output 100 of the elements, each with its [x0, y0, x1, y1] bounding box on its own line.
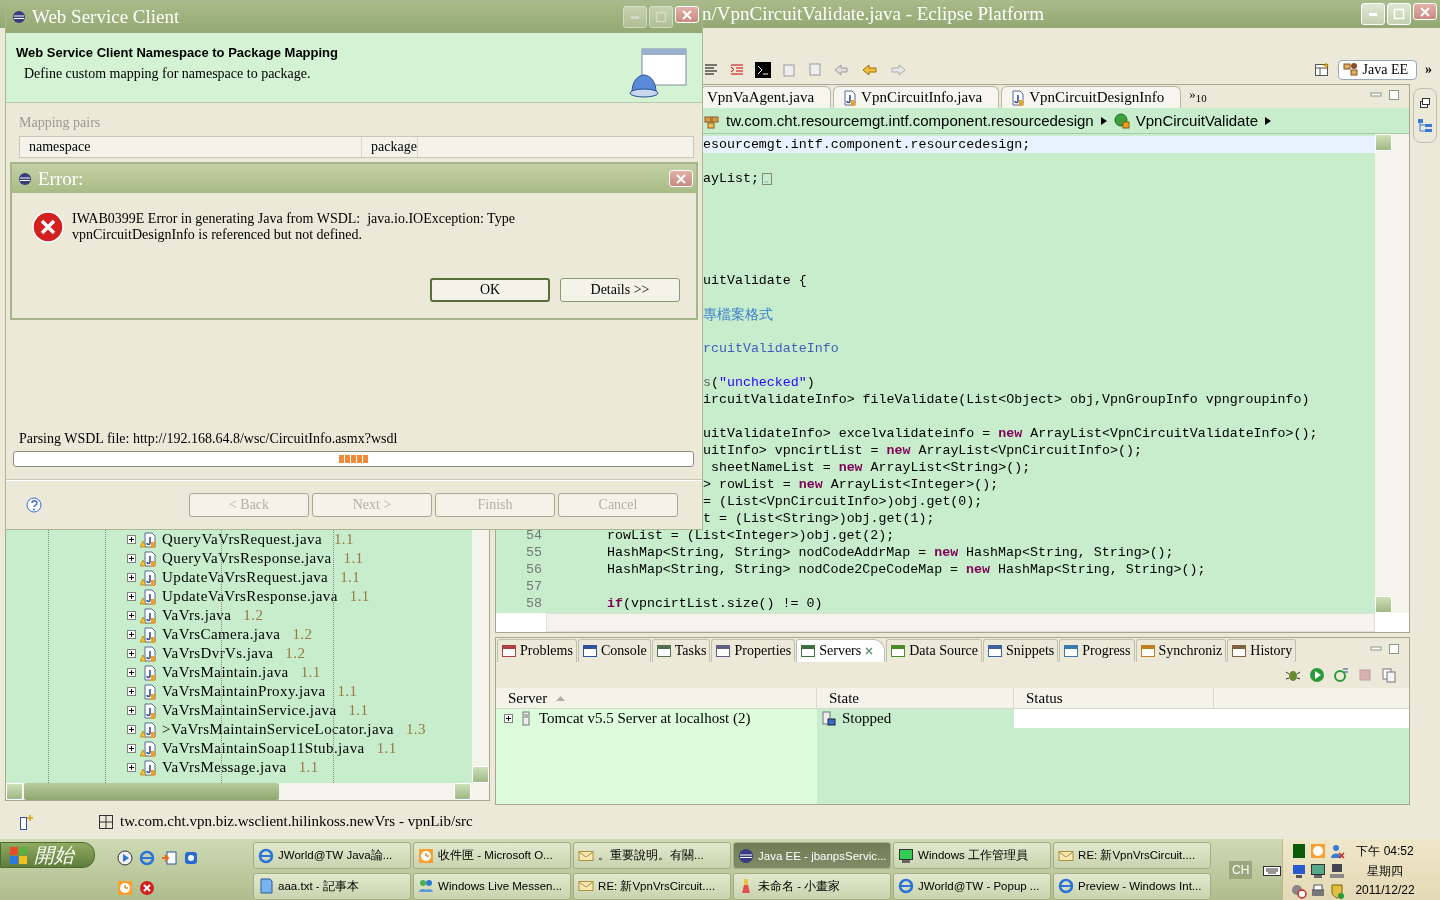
column-header[interactable]: package: [362, 137, 418, 157]
view-tab[interactable]: Tasks: [651, 639, 711, 662]
file-name[interactable]: >VaVrsMaintainServiceLocator.java: [162, 721, 394, 738]
view-tab[interactable]: Console: [577, 639, 651, 662]
editor-tab[interactable]: VpnCircuitInfo.java: [833, 86, 1000, 108]
printer-icon[interactable]: [1310, 883, 1327, 899]
taskbar-button[interactable]: 。重要說明。有關...: [573, 842, 732, 869]
close-icon[interactable]: [864, 646, 875, 656]
close-button[interactable]: [669, 170, 693, 187]
file-version: 1.1: [333, 531, 354, 548]
user-icon[interactable]: [1329, 843, 1346, 859]
indent-icon[interactable]: [729, 62, 745, 78]
restore-icon[interactable]: [1418, 97, 1432, 110]
network-icon[interactable]: [1291, 863, 1308, 879]
more-tabs[interactable]: »$_{10}$: [1183, 86, 1213, 108]
file-name[interactable]: UpdateVaVrsRequest.java: [162, 569, 329, 586]
start-icon[interactable]: [1309, 667, 1325, 683]
file-name[interactable]: VaVrsMaintain.java: [162, 664, 289, 681]
taskbar-button[interactable]: Java EE - jbanpsServic...: [733, 842, 892, 869]
back-arrow-icon[interactable]: [861, 62, 879, 78]
taskbar-button[interactable]: 收件匣 - Microsoft O...: [413, 842, 572, 869]
align-icon[interactable]: [703, 62, 719, 78]
taskbar-button[interactable]: JWorld@TW - Popup ...: [893, 872, 1052, 900]
profile-icon[interactable]: [1333, 667, 1349, 683]
file-name[interactable]: VaVrsMaintainService.java: [162, 702, 337, 719]
expand-toggle[interactable]: [504, 714, 513, 723]
arrow-right-icon[interactable]: [1264, 115, 1272, 126]
document-arrow-icon[interactable]: [161, 850, 178, 866]
view-tab[interactable]: Problems: [497, 639, 577, 662]
maximize-icon[interactable]: [1387, 642, 1401, 656]
view-tab[interactable]: Snippets: [983, 639, 1059, 662]
maximize-icon[interactable]: [1387, 88, 1401, 102]
dialog-button[interactable]: OK: [430, 278, 550, 302]
file-name[interactable]: VaVrs.java: [162, 607, 232, 624]
arrow-right-icon[interactable]: [1099, 115, 1108, 126]
column-header[interactable]: Server: [496, 688, 817, 708]
error-circle-icon[interactable]: [139, 880, 156, 896]
taskbar-button[interactable]: RE: 新VpnVrsCircuit....: [1053, 842, 1212, 869]
expand-toggle[interactable]: [127, 649, 136, 658]
file-name[interactable]: QueryVaVrsResponse.java: [162, 550, 332, 567]
expand-toggle[interactable]: [127, 744, 136, 753]
editor-tab[interactable]: VpnCircuitDesignInfo: [1001, 86, 1182, 108]
taskbar-button[interactable]: Windows Live Messen...: [413, 872, 572, 900]
expand-toggle[interactable]: [127, 687, 136, 696]
file-name[interactable]: VaVrsDvrVs.java: [162, 645, 274, 662]
view-tab[interactable]: Servers: [796, 639, 886, 662]
clock-icon[interactable]: [117, 880, 134, 896]
file-name[interactable]: QueryVaVrsRequest.java: [162, 531, 322, 548]
expand-toggle[interactable]: [127, 592, 136, 601]
taskbar-button[interactable]: 未命名 - 小畫家: [733, 872, 892, 900]
dialog-button[interactable]: Details >>: [560, 278, 680, 302]
file-name[interactable]: VaVrsCamera.java: [162, 626, 281, 643]
app-shortcut-icon[interactable]: [183, 850, 200, 866]
outline-icon[interactable]: [1417, 118, 1433, 134]
toolbar-overflow[interactable]: »: [1425, 62, 1432, 78]
view-tab[interactable]: Properties: [711, 639, 796, 662]
expand-toggle[interactable]: [127, 554, 136, 563]
chart-icon[interactable]: [1291, 843, 1308, 859]
expand-toggle[interactable]: [127, 573, 136, 582]
column-header[interactable]: Status: [1014, 688, 1214, 708]
clock-time[interactable]: 下午 04:52: [1356, 843, 1414, 860]
close-button[interactable]: [1413, 3, 1437, 20]
editor-tab[interactable]: VpnVaAgent.java: [700, 86, 832, 108]
perspective-button[interactable]: Java EE: [1337, 60, 1417, 80]
view-tab[interactable]: Synchroniz: [1135, 639, 1227, 662]
close-button[interactable]: [675, 6, 699, 23]
expand-toggle[interactable]: [127, 668, 136, 677]
publish-icon[interactable]: [1381, 667, 1397, 683]
column-header[interactable]: namespace: [20, 137, 362, 157]
taskbar-button[interactable]: JWorld@TW Java論...: [253, 842, 412, 869]
file-name[interactable]: VaVrsMaintainProxy.java: [162, 683, 326, 700]
monitor-icon[interactable]: [1310, 863, 1327, 879]
taskbar-button[interactable]: Preview - Windows Int...: [1053, 872, 1212, 900]
taskbar-button[interactable]: aaa.txt - 記事本: [253, 872, 412, 900]
media-player-icon[interactable]: [117, 850, 134, 866]
expand-toggle[interactable]: [127, 611, 136, 620]
view-tab[interactable]: Progress: [1059, 639, 1135, 662]
expand-toggle[interactable]: [127, 706, 136, 715]
browser-icon[interactable]: [139, 850, 156, 866]
taskbar-button[interactable]: Windows 工作管理員: [893, 842, 1052, 869]
vertical-scrollbar[interactable]: [1375, 134, 1409, 613]
blocked-icon[interactable]: [1291, 883, 1308, 899]
expand-toggle[interactable]: [127, 763, 136, 772]
view-tab[interactable]: Data Source: [886, 639, 983, 662]
column-header[interactable]: State: [817, 688, 1014, 708]
file-name[interactable]: UpdateVaVrsResponse.java: [162, 588, 338, 605]
expand-toggle[interactable]: [127, 630, 136, 639]
expand-toggle[interactable]: [127, 725, 136, 734]
expand-toggle[interactable]: [127, 535, 136, 544]
help-icon[interactable]: [26, 497, 42, 513]
breadcrumb-item[interactable]: VpnCircuitValidate: [1135, 112, 1258, 129]
open-perspective-icon[interactable]: [1313, 62, 1330, 78]
vertical-scrollbar[interactable]: [472, 530, 489, 783]
view-tab[interactable]: History: [1227, 639, 1297, 662]
breadcrumb-item[interactable]: tw.com.cht.resourcemgt.intf.component.resourcedesign: [726, 112, 1094, 129]
computer-icon[interactable]: [1329, 863, 1346, 879]
taskbar-button[interactable]: RE: 新VpnVrsCircuit....: [573, 872, 732, 900]
file-name[interactable]: VaVrsMaintainSoap11Stub.java: [162, 740, 365, 757]
file-name[interactable]: VaVrsMessage.java: [162, 759, 287, 776]
terminal-icon[interactable]: [755, 62, 771, 78]
